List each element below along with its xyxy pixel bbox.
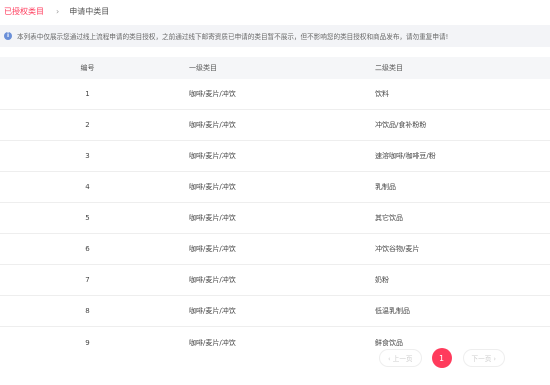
row-number: 3	[85, 152, 90, 160]
prev-page-button[interactable]: ‹ 上一页	[379, 349, 422, 367]
category-tabs: 已授权类目 › 申请中类目	[4, 6, 109, 18]
row-level1-category: 咖啡/麦片/冲饮	[189, 121, 236, 129]
row-number: 1	[85, 90, 90, 98]
table-row: 7 咖啡/麦片/冲饮 奶粉	[0, 265, 550, 296]
row-level1-category: 咖啡/麦片/冲饮	[189, 307, 236, 315]
table-row: 1 咖啡/麦片/冲饮 饮料	[0, 79, 550, 110]
row-level2-category: 低温乳制品	[375, 307, 410, 315]
header-number: 编号	[80, 64, 95, 72]
row-number: 7	[85, 276, 90, 284]
category-table: 编号 一级类目 二级类目 1 咖啡/麦片/冲饮 饮料 2 咖啡/麦片/冲饮 冲饮…	[0, 57, 550, 358]
row-number: 9	[85, 338, 90, 347]
table-row: 3 咖啡/麦片/冲饮 速溶咖啡/咖啡豆/粉	[0, 141, 550, 172]
row-level1-category: 咖啡/麦片/冲饮	[189, 338, 236, 347]
table-row: 8 咖啡/麦片/冲饮 低温乳制品	[0, 296, 550, 327]
info-icon: i	[4, 32, 12, 40]
notice-bar: i 本列表中仅展示您通过线上流程申请的类目授权，之前通过线下邮寄资质已申请的类目…	[0, 25, 550, 47]
row-level1-category: 咖啡/麦片/冲饮	[189, 276, 236, 284]
row-number: 4	[85, 183, 90, 191]
table-row: 5 咖啡/麦片/冲饮 其它饮品	[0, 203, 550, 234]
header-level2-category: 二级类目	[375, 64, 403, 72]
row-level2-category: 速溶咖啡/咖啡豆/粉	[375, 152, 436, 160]
row-number: 8	[85, 307, 90, 315]
row-number: 6	[85, 245, 90, 253]
row-level2-category: 鲜食饮品	[375, 338, 403, 347]
pagination: ‹ 上一页 1 下一页 ›	[379, 348, 506, 368]
row-level2-category: 冲饮谷物/麦片	[375, 245, 420, 253]
row-number: 2	[85, 121, 90, 129]
tab-authorized-categories[interactable]: 已授权类目	[4, 6, 44, 18]
row-number: 5	[85, 214, 90, 222]
row-level2-category: 乳制品	[375, 183, 396, 191]
row-level1-category: 咖啡/麦片/冲饮	[189, 183, 236, 191]
category-authorization-page: 已授权类目 › 申请中类目 i 本列表中仅展示您通过线上流程申请的类目授权，之前…	[0, 0, 550, 385]
row-level2-category: 奶粉	[375, 276, 389, 284]
table-row: 2 咖啡/麦片/冲饮 冲饮品/食补粉粉	[0, 110, 550, 141]
table-row: 6 咖啡/麦片/冲饮 冲饮谷物/麦片	[0, 234, 550, 265]
table-header: 编号 一级类目 二级类目	[0, 57, 550, 79]
row-level2-category: 冲饮品/食补粉粉	[375, 121, 427, 129]
page-1-button[interactable]: 1	[431, 348, 452, 368]
notice-text: 本列表中仅展示您通过线上流程申请的类目授权，之前通过线下邮寄资质已申请的类目暂不…	[17, 33, 449, 41]
row-level1-category: 咖啡/麦片/冲饮	[189, 245, 236, 253]
row-level1-category: 咖啡/麦片/冲饮	[189, 152, 236, 160]
row-level2-category: 其它饮品	[375, 214, 403, 222]
row-level1-category: 咖啡/麦片/冲饮	[189, 90, 236, 98]
header-level1-category: 一级类目	[189, 64, 217, 72]
next-page-button[interactable]: 下一页 ›	[462, 349, 506, 367]
chevron-right-icon: ›	[56, 7, 60, 16]
table-row: 4 咖啡/麦片/冲饮 乳制品	[0, 172, 550, 203]
row-level2-category: 饮料	[375, 90, 389, 98]
row-level1-category: 咖啡/麦片/冲饮	[189, 214, 236, 222]
tab-applying-categories[interactable]: 申请中类目	[69, 6, 109, 18]
